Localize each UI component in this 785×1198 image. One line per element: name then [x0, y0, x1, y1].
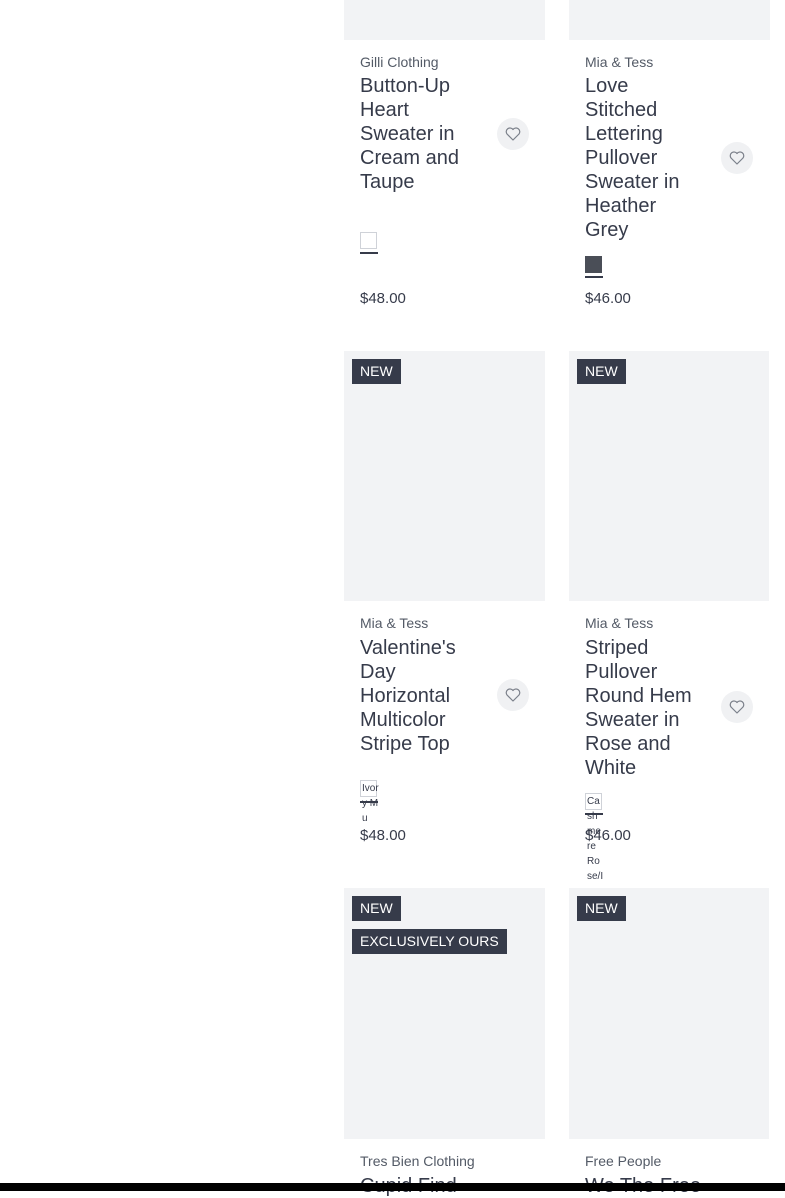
product-image[interactable] [569, 0, 770, 40]
product-title[interactable]: Button-Up Heart Sweater in Cream and Tau… [360, 74, 480, 194]
favorite-button[interactable] [497, 679, 529, 711]
favorite-button[interactable] [721, 691, 753, 723]
swatch-selected-indicator [585, 276, 603, 278]
product-title[interactable]: Love Stitched Lettering Pullover Sweater… [585, 74, 705, 242]
heart-icon [505, 127, 521, 141]
swatch-label: Cashmere Rose/Ivor [587, 796, 604, 897]
product-price: $46.00 [585, 827, 631, 844]
new-badge: NEW [577, 896, 626, 921]
heart-icon [729, 700, 745, 714]
product-brand: Free People [585, 1153, 662, 1169]
product-brand: Tres Bien Clothing [360, 1153, 475, 1169]
product-title[interactable]: Striped Pullover Round Hem Sweater in Ro… [585, 636, 705, 780]
favorite-button[interactable] [497, 118, 529, 150]
swatch-label: Ivory Mu [362, 783, 379, 824]
heart-icon [505, 688, 521, 702]
new-badge: NEW [352, 359, 401, 384]
product-brand: Mia & Tess [585, 615, 654, 631]
product-price: $46.00 [585, 290, 631, 307]
product-image[interactable] [344, 351, 545, 601]
swatch-selected-indicator [585, 813, 603, 815]
new-badge: NEW [577, 359, 626, 384]
exclusive-badge: EXCLUSIVELY OURS [352, 929, 507, 954]
product-title[interactable]: Valentine's Day Horizontal Multicolor St… [360, 636, 480, 756]
product-price: $48.00 [360, 290, 406, 307]
product-price: $48.00 [360, 827, 406, 844]
favorite-button[interactable] [721, 142, 753, 174]
bottom-bar [0, 1183, 785, 1191]
swatch-selected-indicator [360, 801, 378, 803]
product-brand: Gilli Clothing [360, 54, 439, 70]
product-image[interactable] [569, 351, 769, 601]
product-image[interactable] [344, 888, 545, 1139]
heart-icon [729, 151, 745, 165]
new-badge: NEW [352, 896, 401, 921]
product-brand: Mia & Tess [585, 54, 654, 70]
swatch-selected-indicator [360, 252, 378, 254]
product-image[interactable] [344, 0, 545, 40]
product-image[interactable] [569, 888, 769, 1139]
color-swatch[interactable] [585, 256, 602, 273]
color-swatch[interactable]: Ivory Mu [360, 780, 379, 824]
color-swatch[interactable] [360, 232, 377, 249]
product-brand: Mia & Tess [360, 615, 429, 631]
color-swatch[interactable]: Cashmere Rose/Ivor [585, 793, 603, 897]
